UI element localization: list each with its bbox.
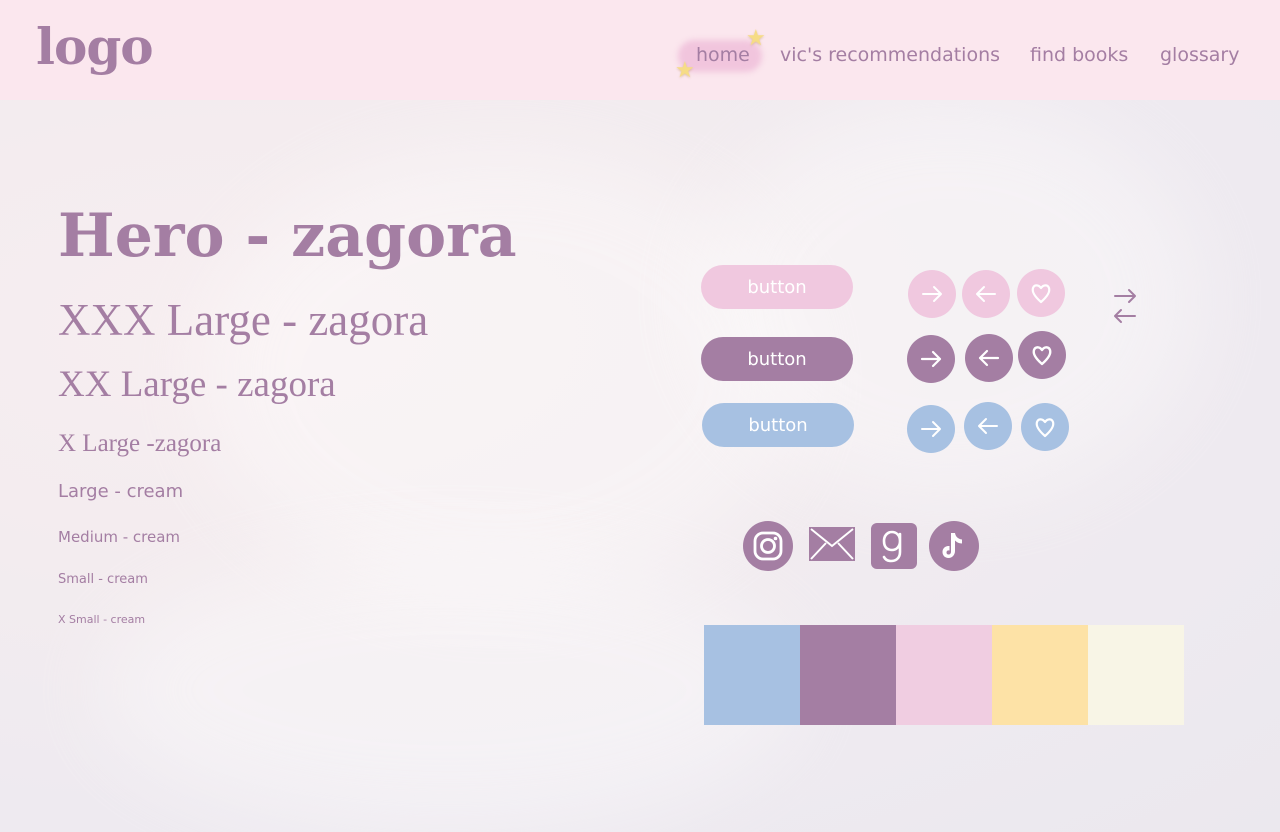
like-button-pink[interactable] [1017, 269, 1065, 317]
nav-recommendations[interactable]: vic's recommendations [780, 44, 1000, 66]
star-icon: ★ [675, 58, 695, 83]
color-swatch [896, 625, 992, 725]
prev-button-purple[interactable] [965, 334, 1013, 382]
arrow-left-icon [976, 286, 996, 302]
type-medium: Medium - cream [58, 528, 181, 546]
color-swatch [1088, 625, 1184, 725]
heart-icon [1031, 284, 1051, 304]
instagram-icon[interactable] [742, 520, 794, 572]
arrow-left-icon [978, 349, 1000, 367]
nav-glossary[interactable]: glossary [1160, 44, 1239, 66]
nav-home[interactable]: home [696, 44, 750, 66]
type-small: Small - cream [58, 572, 148, 587]
type-x-large: X Large -zagora [58, 430, 222, 457]
tiktok-icon[interactable] [928, 520, 980, 572]
prev-button-pink[interactable] [962, 270, 1010, 318]
prev-button-blue[interactable] [964, 402, 1012, 450]
swap-arrows-icon[interactable] [1110, 286, 1140, 326]
type-large: Large - cream [58, 481, 184, 502]
goodreads-icon[interactable] [871, 523, 917, 569]
like-button-blue[interactable] [1021, 403, 1069, 451]
color-swatch [704, 625, 800, 725]
type-xxx-large: XXX Large - zagora [58, 295, 429, 345]
color-swatch [992, 625, 1088, 725]
like-button-purple[interactable] [1018, 331, 1066, 379]
arrow-right-icon [922, 286, 942, 302]
type-xx-large: XX Large - zagora [58, 364, 336, 405]
button-purple[interactable]: button [701, 337, 853, 381]
color-swatch [800, 625, 896, 725]
heart-icon [1032, 346, 1052, 366]
next-button-purple[interactable] [907, 335, 955, 383]
arrow-left-icon [978, 418, 998, 434]
type-x-small: X Small - cream [58, 613, 146, 626]
next-button-pink[interactable] [908, 270, 956, 318]
arrow-right-icon [921, 421, 941, 437]
button-pink[interactable]: button [701, 265, 853, 309]
nav-find-books[interactable]: find books [1030, 44, 1128, 66]
background-cloud [100, 550, 800, 830]
site-header: logo ★ ★ home vic's recommendations find… [0, 0, 1280, 100]
mail-icon[interactable] [808, 526, 856, 562]
logo[interactable]: logo [36, 22, 154, 72]
arrow-right-icon [920, 350, 942, 368]
type-hero: Hero - zagora [58, 201, 517, 271]
next-button-blue[interactable] [907, 405, 955, 453]
button-blue[interactable]: button [702, 403, 854, 447]
heart-icon [1035, 418, 1055, 438]
